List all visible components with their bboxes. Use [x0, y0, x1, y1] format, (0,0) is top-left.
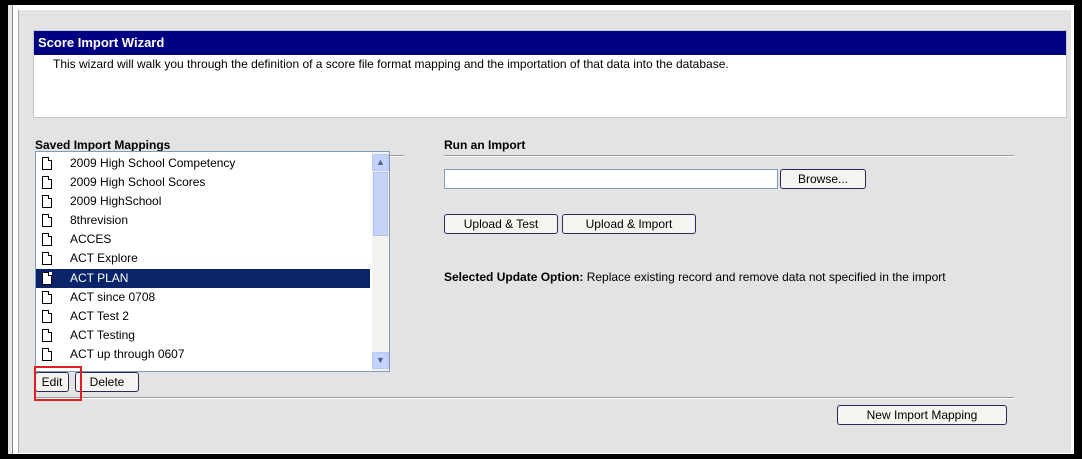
document-icon	[42, 233, 52, 247]
list-item[interactable]: ACCES	[36, 230, 370, 249]
list-item[interactable]: ACT PLAN	[36, 268, 370, 288]
list-item[interactable]: 2009 High School Scores	[36, 173, 370, 192]
document-icon	[42, 347, 52, 361]
list-item-label: ACT since 0708	[70, 289, 156, 304]
mappings-list: 2009 High School Competency 2009 High Sch…	[36, 154, 370, 364]
document-icon	[42, 309, 52, 323]
run-import-divider	[444, 155, 1014, 157]
update-option-value: Replace existing record and remove data …	[586, 270, 946, 284]
list-item[interactable]: ACT Testing	[36, 326, 370, 345]
list-item-label: ACT Test 2	[70, 308, 129, 323]
list-item-label: ACT up through 0607	[70, 346, 185, 361]
list-item[interactable]: ACT since 0708	[36, 288, 370, 307]
delete-button[interactable]: Delete	[75, 372, 139, 392]
saved-mappings-listbox[interactable]: 2009 High School Competency 2009 High Sch…	[35, 151, 390, 372]
list-item[interactable]: ACT Test 2	[36, 307, 370, 326]
scroll-down-icon[interactable]: ▼	[372, 352, 389, 369]
listbox-scrollbar[interactable]: ▲ ▼	[372, 152, 389, 371]
list-item-label: ACT Testing	[70, 327, 135, 342]
document-icon	[42, 252, 52, 266]
list-item[interactable]: ACT Explore	[36, 249, 370, 268]
edit-button-highlight	[34, 366, 82, 401]
upload-test-button[interactable]: Upload & Test	[444, 214, 558, 234]
left-edge	[8, 5, 13, 454]
list-item-label: 8threvision	[70, 213, 129, 228]
browse-button[interactable]: Browse...	[780, 169, 866, 189]
list-item-label: ACCES	[70, 232, 112, 247]
document-icon	[42, 271, 52, 285]
list-item[interactable]: 2009 High School Competency	[36, 154, 370, 173]
list-item[interactable]: 8threvision	[36, 211, 370, 230]
document-icon	[42, 328, 52, 342]
update-option-text: Selected Update Option: Replace existing…	[444, 270, 946, 284]
wizard-description: This wizard will walk you through the de…	[53, 57, 729, 71]
document-icon	[42, 195, 52, 209]
upload-import-button[interactable]: Upload & Import	[562, 214, 696, 234]
list-item-label: ACT PLAN	[70, 270, 129, 285]
document-icon	[42, 176, 52, 190]
update-option-label: Selected Update Option:	[444, 270, 584, 284]
list-item[interactable]: 2009 HighSchool	[36, 192, 370, 211]
list-item[interactable]: ACT up through 0607	[36, 345, 370, 364]
new-import-mapping-button[interactable]: New Import Mapping	[837, 405, 1007, 425]
list-item-label: 2009 High School Scores	[70, 175, 206, 190]
main-panel: Score Import Wizard This wizard will wal…	[18, 10, 1071, 453]
list-item-label: ACT Explore	[70, 251, 138, 266]
document-icon	[42, 157, 52, 170]
saved-mappings-title: Saved Import Mappings	[35, 138, 171, 152]
list-item-label: 2009 High School Competency	[70, 156, 236, 170]
import-file-field[interactable]	[444, 169, 778, 189]
document-icon	[42, 214, 52, 228]
scroll-thumb[interactable]	[373, 172, 388, 236]
document-icon	[42, 290, 52, 304]
footer-divider	[35, 397, 1014, 399]
scroll-up-icon[interactable]: ▲	[372, 154, 389, 171]
run-import-title: Run an Import	[444, 138, 526, 152]
wizard-title: Score Import Wizard	[34, 31, 1066, 55]
wizard-intro-box: Score Import Wizard	[33, 30, 1067, 118]
list-item-label: 2009 HighSchool	[70, 194, 162, 209]
